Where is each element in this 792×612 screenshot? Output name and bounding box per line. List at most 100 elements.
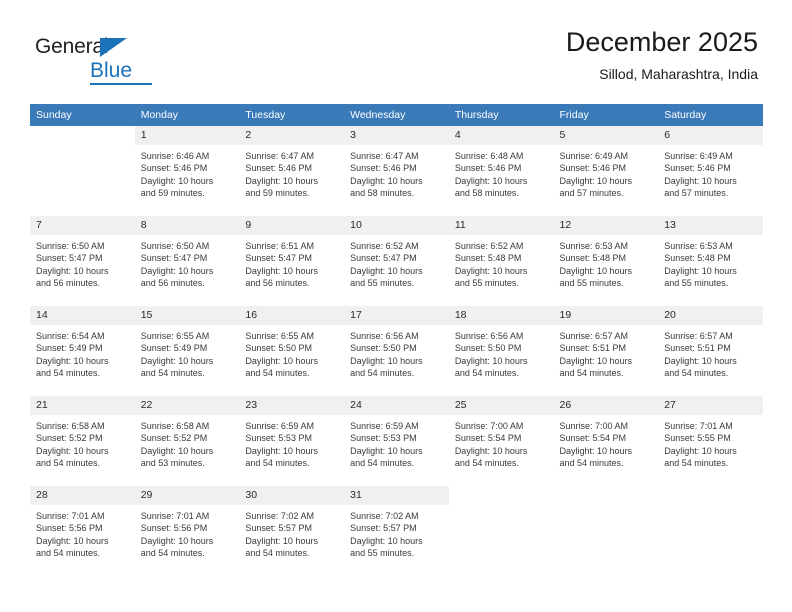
- day-detail-line: and 59 minutes.: [245, 188, 310, 199]
- logo-text-blue: Blue: [90, 59, 133, 82]
- day-details: Sunrise: 6:57 AM Sunset: 5:51 PM Daylight:…: [554, 325, 659, 380]
- calendar-day-cell[interactable]: 23 Sunrise: 6:59 AM Sunset: 5:53 PM Dayligh…: [239, 396, 345, 486]
- day-detail-line: and 56 minutes.: [140, 278, 205, 289]
- day-detail-line: Daylight: 10 hours: [36, 445, 109, 456]
- day-details: Sunrise: 7:00 AM Sunset: 5:54 PM Daylight:…: [449, 415, 554, 470]
- day-detail-line: Daylight: 10 hours: [140, 355, 214, 366]
- day-number: 7: [30, 216, 135, 235]
- calendar-header-row: Sunday Monday Tuesday Wednesday Thursday Frid…: [30, 104, 763, 126]
- calendar-day-cell[interactable]: 30 Sunrise: 7:02 AM Sunset: 5:57 PM Dayligh…: [239, 486, 345, 576]
- calendar-day-cell[interactable]: 27 Sunrise: 7:01 AM Sunset: 5:55 PM Dayligh…: [658, 396, 763, 486]
- calendar-day-cell[interactable]: 8 Sunrise: 6:50 AM Sunset: 5:47 PM Daylight…: [134, 216, 240, 306]
- day-number: 23: [239, 396, 345, 415]
- calendar-day-cell[interactable]: 22 Sunrise: 6:58 AM Sunset: 5:52 PM Dayligh…: [134, 396, 240, 486]
- calendar-day-cell[interactable]: 28 Sunrise: 7:01 AM Sunset: 5:56 PM Dayligh…: [30, 486, 135, 576]
- calendar-day-cell[interactable]: 29 Sunrise: 7:01 AM Sunset: 5:56 PM Dayligh…: [134, 486, 240, 576]
- day-detail-line: Sunrise: 7:01 AM: [36, 510, 105, 521]
- calendar-day-cell[interactable]: 20 Sunrise: 6:57 AM Sunset: 5:51 PM Dayligh…: [658, 306, 763, 396]
- day-detail-line: Sunset: 5:50 PM: [454, 343, 522, 354]
- page-title: December 2025: [565, 27, 758, 57]
- day-detail-line: and 54 minutes.: [245, 458, 310, 469]
- day-number: [448, 486, 554, 504]
- day-number: 24: [344, 396, 449, 415]
- calendar-day-cell[interactable]: 12 Sunrise: 6:53 AM Sunset: 5:48 PM Dayligh…: [553, 216, 659, 306]
- day-detail-line: Sunset: 5:53 PM: [350, 433, 417, 444]
- weekday-header-monday: Monday: [134, 104, 240, 126]
- calendar-cell-empty: [658, 486, 763, 576]
- weekday-header-thursday: Thursday: [448, 104, 554, 126]
- day-detail-line: and 54 minutes.: [245, 368, 310, 379]
- calendar-day-cell[interactable]: 17 Sunrise: 6:56 AM Sunset: 5:50 PM Dayligh…: [344, 306, 449, 396]
- title-block: December 2025 Sillod, Maharashtra, India: [565, 27, 758, 81]
- day-details: [554, 504, 659, 509]
- calendar-day-cell[interactable]: 14 Sunrise: 6:54 AM Sunset: 5:49 PM Dayligh…: [30, 306, 135, 396]
- day-detail-line: Daylight: 10 hours: [36, 265, 109, 276]
- calendar-day-cell[interactable]: 3 Sunrise: 6:47 AM Sunset: 5:46 PM Daylight…: [344, 126, 449, 216]
- day-detail-line: Sunrise: 6:56 AM: [350, 330, 419, 341]
- day-details: Sunrise: 7:02 AM Sunset: 5:57 PM Daylight:…: [344, 505, 449, 560]
- weekday-header-sunday: Sunday: [30, 104, 135, 126]
- day-details: Sunrise: 6:58 AM Sunset: 5:52 PM Daylight:…: [30, 415, 135, 470]
- day-detail-line: Sunset: 5:52 PM: [36, 433, 103, 444]
- day-detail-line: Sunrise: 6:49 AM: [559, 150, 629, 161]
- day-detail-line: Sunset: 5:46 PM: [140, 163, 208, 174]
- general-blue-logo[interactable]: General Blue: [34, 34, 184, 90]
- calendar-day-cell[interactable]: 7 Sunrise: 6:50 AM Sunset: 5:47 PM Daylight…: [30, 216, 135, 306]
- calendar-day-cell[interactable]: 24 Sunrise: 6:59 AM Sunset: 5:53 PM Dayligh…: [344, 396, 449, 486]
- calendar-day-cell[interactable]: 9 Sunrise: 6:51 AM Sunset: 5:47 PM Daylight…: [239, 216, 345, 306]
- day-detail-line: Daylight: 10 hours: [350, 535, 423, 546]
- day-detail-line: Sunset: 5:47 PM: [245, 253, 312, 264]
- day-detail-line: Sunset: 5:50 PM: [245, 343, 312, 354]
- day-detail-line: and 56 minutes.: [36, 278, 101, 289]
- calendar-day-cell[interactable]: 2 Sunrise: 6:47 AM Sunset: 5:46 PM Daylight…: [239, 126, 345, 216]
- day-detail-line: Sunrise: 7:01 AM: [140, 510, 210, 521]
- day-details: Sunrise: 7:01 AM Sunset: 5:55 PM Daylight:…: [658, 415, 763, 470]
- day-number: 1: [134, 126, 240, 145]
- day-detail-line: and 54 minutes.: [245, 548, 310, 559]
- day-detail-line: Sunrise: 7:00 AM: [454, 420, 524, 431]
- day-details: Sunrise: 6:51 AM Sunset: 5:47 PM Daylight:…: [239, 235, 344, 290]
- day-detail-line: Sunrise: 7:01 AM: [664, 420, 733, 431]
- day-detail-line: Daylight: 10 hours: [664, 355, 737, 366]
- day-number: 27: [658, 396, 763, 415]
- day-detail-line: Sunrise: 6:51 AM: [245, 240, 314, 251]
- calendar-day-cell[interactable]: 25 Sunrise: 7:00 AM Sunset: 5:54 PM Dayligh…: [448, 396, 554, 486]
- weekday-header-wednesday: Wednesday: [344, 104, 449, 126]
- day-number: 14: [30, 306, 135, 325]
- calendar-day-cell[interactable]: 4 Sunrise: 6:48 AM Sunset: 5:46 PM Daylight…: [448, 126, 554, 216]
- day-number: 28: [30, 486, 135, 505]
- day-detail-line: Daylight: 10 hours: [245, 355, 318, 366]
- day-details: [449, 504, 554, 509]
- calendar-table: Sunday Monday Tuesday Wednesday Thursday Frid…: [30, 104, 763, 576]
- day-detail-line: Sunset: 5:50 PM: [350, 343, 417, 354]
- calendar-day-cell[interactable]: 1 Sunrise: 6:46 AM Sunset: 5:46 PM Daylight…: [134, 126, 240, 216]
- weekday-header-friday: Friday: [553, 104, 659, 126]
- day-detail-line: Sunset: 5:54 PM: [559, 433, 627, 444]
- day-number: 22: [134, 396, 240, 415]
- calendar-day-cell[interactable]: 19 Sunrise: 6:57 AM Sunset: 5:51 PM Dayligh…: [553, 306, 659, 396]
- calendar-day-cell[interactable]: 13 Sunrise: 6:53 AM Sunset: 5:48 PM Dayligh…: [658, 216, 763, 306]
- day-detail-line: Sunrise: 6:46 AM: [140, 150, 210, 161]
- calendar-day-cell[interactable]: 5 Sunrise: 6:49 AM Sunset: 5:46 PM Daylight…: [553, 126, 659, 216]
- calendar-day-cell[interactable]: 15 Sunrise: 6:55 AM Sunset: 5:49 PM Dayligh…: [134, 306, 240, 396]
- calendar-day-cell[interactable]: 11 Sunrise: 6:52 AM Sunset: 5:48 PM Dayligh…: [448, 216, 554, 306]
- day-detail-line: Daylight: 10 hours: [245, 175, 318, 186]
- day-detail-line: Sunset: 5:53 PM: [245, 433, 312, 444]
- day-detail-line: Sunrise: 6:48 AM: [454, 150, 524, 161]
- calendar-day-cell[interactable]: 10 Sunrise: 6:52 AM Sunset: 5:47 PM Dayligh…: [344, 216, 449, 306]
- day-detail-line: Sunset: 5:57 PM: [350, 523, 417, 534]
- day-detail-line: and 55 minutes.: [454, 278, 519, 289]
- calendar-day-cell[interactable]: 21 Sunrise: 6:58 AM Sunset: 5:52 PM Dayligh…: [30, 396, 135, 486]
- day-detail-line: Sunrise: 6:55 AM: [140, 330, 210, 341]
- day-number: 12: [553, 216, 659, 235]
- day-detail-line: Daylight: 10 hours: [454, 175, 528, 186]
- day-detail-line: Daylight: 10 hours: [559, 445, 633, 456]
- calendar-day-cell[interactable]: 31 Sunrise: 7:02 AM Sunset: 5:57 PM Dayligh…: [344, 486, 449, 576]
- calendar-day-cell[interactable]: 18 Sunrise: 6:56 AM Sunset: 5:50 PM Dayligh…: [448, 306, 554, 396]
- calendar-day-cell[interactable]: 26 Sunrise: 7:00 AM Sunset: 5:54 PM Dayligh…: [553, 396, 659, 486]
- day-detail-line: Sunset: 5:56 PM: [36, 523, 103, 534]
- calendar-day-cell[interactable]: 6 Sunrise: 6:49 AM Sunset: 5:46 PM Daylight…: [658, 126, 763, 216]
- day-detail-line: Sunset: 5:49 PM: [140, 343, 208, 354]
- calendar-day-cell[interactable]: 16 Sunrise: 6:55 AM Sunset: 5:50 PM Dayligh…: [239, 306, 345, 396]
- day-detail-line: Daylight: 10 hours: [559, 265, 633, 276]
